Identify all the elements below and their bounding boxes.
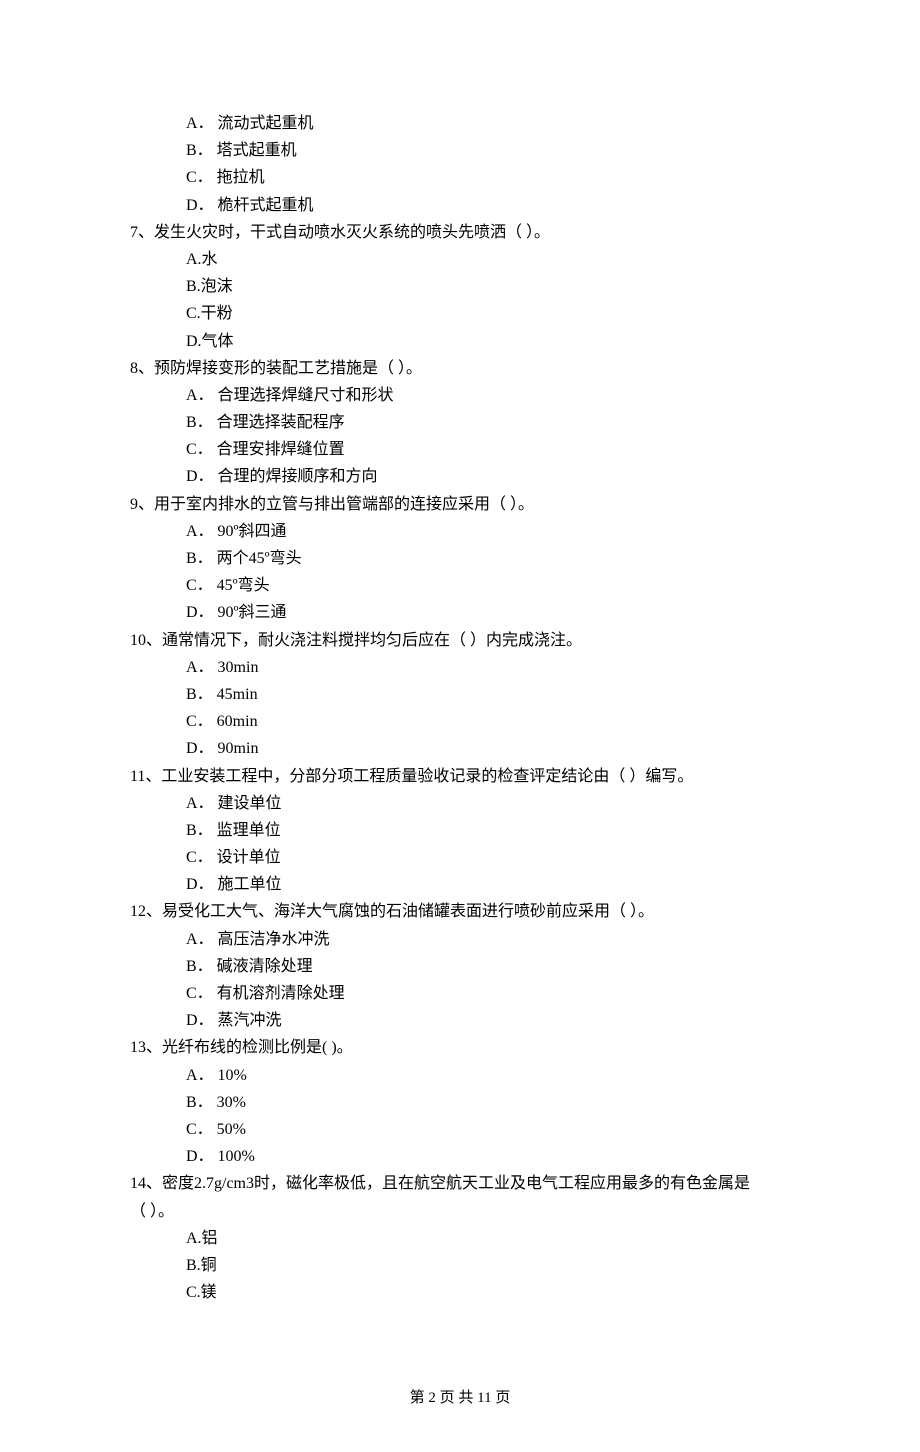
- options-block: A.铝 B.铜 C.镁: [186, 1225, 790, 1307]
- options-block: A． 90º斜四通 B． 两个45º弯头 C． 45º弯头 D． 90º斜三通: [186, 518, 790, 627]
- question-stem: 14、密度2.7g/cm3时，磁化率极低，且在航空航天工业及电气工程应用最多的有…: [130, 1170, 790, 1197]
- options-block: A.水 B.泡沫 C.干粉 D.气体: [186, 246, 790, 355]
- option-item: B． 碱液清除处理: [186, 953, 790, 980]
- question-13: 13、光纤布线的检测比例是( )。 A． 10% B． 30% C． 50% D…: [130, 1034, 790, 1170]
- option-item: A.水: [186, 246, 790, 273]
- option-item: D． 合理的焊接顺序和方向: [186, 463, 790, 490]
- orphan-options-block: A． 流动式起重机 B． 塔式起重机 C． 拖拉机 D． 桅杆式起重机: [186, 110, 790, 219]
- option-item: B． 塔式起重机: [186, 137, 790, 164]
- option-item: A． 建设单位: [186, 790, 790, 817]
- option-item: B． 合理选择装配程序: [186, 409, 790, 436]
- question-11: 11、工业安装工程中，分部分项工程质量验收记录的检查评定结论由（ ）编写。 A．…: [130, 763, 790, 899]
- option-item: B.铜: [186, 1252, 790, 1279]
- question-stem: 13、光纤布线的检测比例是( )。: [130, 1034, 790, 1061]
- question-stem: 12、易受化工大气、海洋大气腐蚀的石油储罐表面进行喷砂前应采用（ ）。: [130, 898, 790, 925]
- option-item: A． 流动式起重机: [186, 110, 790, 137]
- options-block: A． 高压洁净水冲洗 B． 碱液清除处理 C． 有机溶剂清除处理 D． 蒸汽冲洗: [186, 926, 790, 1035]
- question-stem: 9、用于室内排水的立管与排出管端部的连接应采用（ ）。: [130, 491, 790, 518]
- option-item: C． 45º弯头: [186, 572, 790, 599]
- option-item: C． 合理安排焊缝位置: [186, 436, 790, 463]
- option-item: C.干粉: [186, 300, 790, 327]
- option-item: D． 施工单位: [186, 871, 790, 898]
- option-item: A.铝: [186, 1225, 790, 1252]
- option-item: C． 50%: [186, 1116, 790, 1143]
- option-item: A． 合理选择焊缝尺寸和形状: [186, 382, 790, 409]
- page-footer: 第 2 页 共 11 页: [130, 1386, 790, 1412]
- options-block: A． 30min B． 45min C． 60min D． 90min: [186, 654, 790, 763]
- option-item: C． 拖拉机: [186, 164, 790, 191]
- option-item: D． 桅杆式起重机: [186, 192, 790, 219]
- option-item: A． 30min: [186, 654, 790, 681]
- question-9: 9、用于室内排水的立管与排出管端部的连接应采用（ ）。 A． 90º斜四通 B．…: [130, 491, 790, 627]
- option-item: B． 45min: [186, 681, 790, 708]
- question-7: 7、发生火灾时，干式自动喷水灭火系统的喷头先喷洒（ ）。 A.水 B.泡沫 C.…: [130, 219, 790, 355]
- option-item: B.泡沫: [186, 273, 790, 300]
- option-item: C． 60min: [186, 708, 790, 735]
- option-item: B． 30%: [186, 1089, 790, 1116]
- option-item: B． 监理单位: [186, 817, 790, 844]
- option-item: A． 高压洁净水冲洗: [186, 926, 790, 953]
- option-item: A． 10%: [186, 1062, 790, 1089]
- question-continuation: （ ）。: [130, 1198, 790, 1225]
- question-stem: 11、工业安装工程中，分部分项工程质量验收记录的检查评定结论由（ ）编写。: [130, 763, 790, 790]
- option-item: B． 两个45º弯头: [186, 545, 790, 572]
- options-block: A． 合理选择焊缝尺寸和形状 B． 合理选择装配程序 C． 合理安排焊缝位置 D…: [186, 382, 790, 491]
- question-8: 8、预防焊接变形的装配工艺措施是（ ）。 A． 合理选择焊缝尺寸和形状 B． 合…: [130, 355, 790, 491]
- option-item: A． 90º斜四通: [186, 518, 790, 545]
- option-item: C． 设计单位: [186, 844, 790, 871]
- option-item: D． 90º斜三通: [186, 599, 790, 626]
- option-item: D． 100%: [186, 1143, 790, 1170]
- option-item: D． 蒸汽冲洗: [186, 1007, 790, 1034]
- options-block: A． 10% B． 30% C． 50% D． 100%: [186, 1062, 790, 1171]
- question-14: 14、密度2.7g/cm3时，磁化率极低，且在航空航天工业及电气工程应用最多的有…: [130, 1170, 790, 1306]
- option-item: D． 90min: [186, 735, 790, 762]
- question-stem: 7、发生火灾时，干式自动喷水灭火系统的喷头先喷洒（ ）。: [130, 219, 790, 246]
- options-block: A． 建设单位 B． 监理单位 C． 设计单位 D． 施工单位: [186, 790, 790, 899]
- question-stem: 10、通常情况下，耐火浇注料搅拌均匀后应在（ ）内完成浇注。: [130, 627, 790, 654]
- option-item: C.镁: [186, 1279, 790, 1306]
- option-item: C． 有机溶剂清除处理: [186, 980, 790, 1007]
- option-item: D.气体: [186, 328, 790, 355]
- question-12: 12、易受化工大气、海洋大气腐蚀的石油储罐表面进行喷砂前应采用（ ）。 A． 高…: [130, 898, 790, 1034]
- question-stem: 8、预防焊接变形的装配工艺措施是（ ）。: [130, 355, 790, 382]
- question-10: 10、通常情况下，耐火浇注料搅拌均匀后应在（ ）内完成浇注。 A． 30min …: [130, 627, 790, 763]
